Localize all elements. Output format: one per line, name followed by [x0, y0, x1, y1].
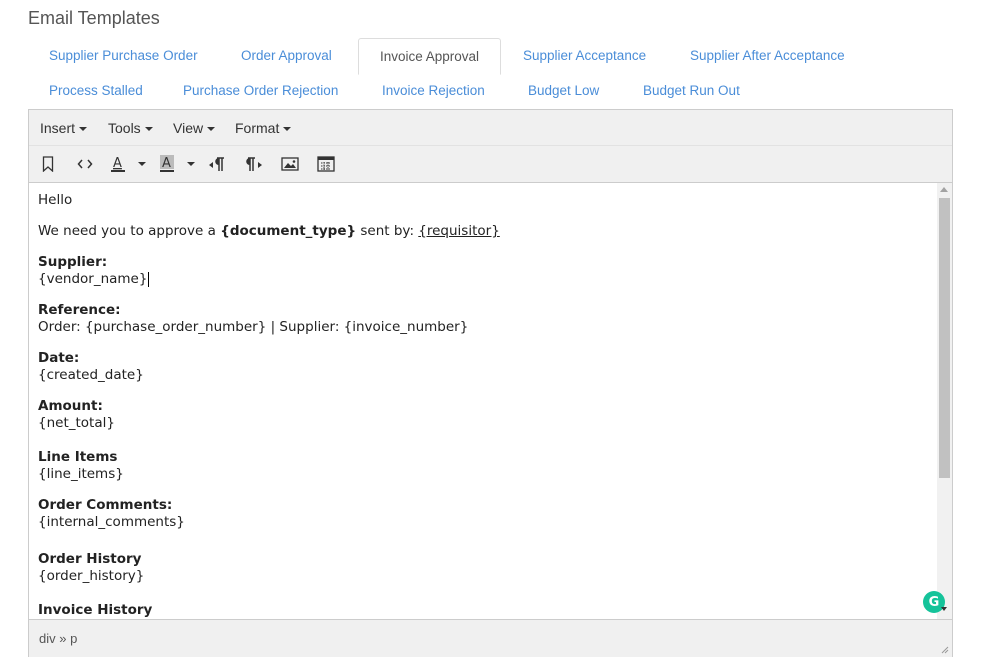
order-history-value: {order_history} [38, 568, 145, 584]
text-color-icon: A [111, 156, 125, 172]
tab-invoice-approval[interactable]: Invoice Approval [358, 38, 501, 75]
editor-statusbar: div » p [29, 619, 952, 657]
editor-menubar: Insert Tools View Format [29, 110, 952, 146]
bookmark-icon [42, 156, 54, 172]
chevron-down-icon [144, 127, 153, 132]
editor-scrollbar[interactable] [937, 183, 952, 619]
chevron-down-icon [283, 127, 292, 132]
ltr-button[interactable] [208, 153, 226, 175]
order-comments-value: {internal_comments} [38, 514, 185, 530]
scrollbar-thumb[interactable] [939, 198, 950, 478]
tab-supplier-purchase-order[interactable]: Supplier Purchase Order [49, 48, 198, 63]
greeting-text: Hello [38, 192, 73, 208]
image-button[interactable] [281, 153, 299, 175]
date-value: {created_date} [38, 367, 144, 383]
bookmark-button[interactable] [40, 153, 56, 175]
tab-purchase-order-rejection[interactable]: Purchase Order Rejection [183, 83, 338, 98]
rtl-button[interactable] [245, 153, 263, 175]
intro-middle: sent by: [356, 223, 419, 239]
chevron-down-icon [79, 127, 88, 132]
tab-budget-run-out[interactable]: Budget Run Out [643, 83, 740, 98]
menu-format[interactable]: Format [235, 120, 292, 136]
tab-order-approval[interactable]: Order Approval [241, 48, 332, 63]
editor-content[interactable]: Hello We need you to approve a {document… [29, 183, 935, 619]
template-tabs: Supplier Purchase Order Order Approval I… [28, 38, 953, 109]
line-items-label: Line Items [38, 449, 118, 465]
amount-label: Amount: [38, 398, 103, 414]
intro-paragraph: We need you to approve a {document_type}… [38, 223, 500, 239]
invoice-history-label: Invoice History [38, 602, 153, 618]
ltr-icon [209, 157, 224, 171]
tab-process-stalled[interactable]: Process Stalled [49, 83, 143, 98]
menu-insert-label: Insert [40, 120, 76, 136]
menu-format-label: Format [235, 120, 280, 136]
line-items-value: {line_items} [38, 466, 124, 482]
document-type-placeholder: {document_type} [220, 223, 357, 239]
svg-text:A: A [162, 156, 171, 171]
amount-value: {net_total} [38, 415, 115, 431]
menu-insert[interactable]: Insert [40, 120, 88, 136]
grammarly-dropdown-icon[interactable] [941, 607, 947, 611]
order-history-label: Order History [38, 551, 142, 567]
background-color-button[interactable]: A [158, 153, 176, 175]
source-code-button[interactable] [75, 153, 95, 175]
background-color-dropdown[interactable] [187, 162, 195, 166]
menu-tools-label: Tools [108, 120, 141, 136]
rtl-icon [246, 157, 262, 171]
tab-budget-low[interactable]: Budget Low [528, 83, 599, 98]
rich-text-editor: Insert Tools View Format A A Hello We ne… [28, 109, 953, 657]
image-icon [281, 157, 299, 171]
tab-supplier-acceptance[interactable]: Supplier Acceptance [523, 48, 646, 63]
tab-supplier-after-acceptance[interactable]: Supplier After Acceptance [690, 48, 845, 63]
scroll-up-arrow-icon[interactable] [940, 187, 948, 192]
intro-prefix: We need you to approve a [38, 223, 221, 239]
reference-value: Order: {purchase_order_number} | Supplie… [38, 319, 469, 335]
reference-label: Reference: [38, 302, 121, 318]
text-color-dropdown[interactable] [138, 162, 146, 166]
supplier-value: {vendor_name} [38, 271, 150, 287]
menu-view[interactable]: View [173, 120, 216, 136]
source-code-icon [77, 159, 93, 169]
template-icon [317, 156, 335, 172]
background-color-icon: A [160, 155, 174, 172]
editor-toolbar: A A [29, 146, 952, 183]
element-path[interactable]: div » p [39, 631, 77, 646]
text-color-button[interactable]: A [109, 153, 127, 175]
supplier-label: Supplier: [38, 254, 108, 270]
template-button[interactable] [317, 153, 335, 175]
page-title: Email Templates [28, 8, 160, 28]
text-cursor [148, 271, 150, 287]
svg-text:A: A [113, 156, 122, 171]
menu-view-label: View [173, 120, 204, 136]
resize-handle-icon[interactable] [939, 644, 949, 654]
order-comments-label: Order Comments: [38, 497, 173, 513]
chevron-down-icon [207, 127, 216, 132]
requisitor-placeholder: {requisitor} [418, 223, 500, 239]
supplier-value-text: {vendor_name} [38, 271, 148, 287]
menu-tools[interactable]: Tools [108, 120, 153, 136]
date-label: Date: [38, 350, 80, 366]
tab-invoice-rejection[interactable]: Invoice Rejection [382, 83, 485, 98]
